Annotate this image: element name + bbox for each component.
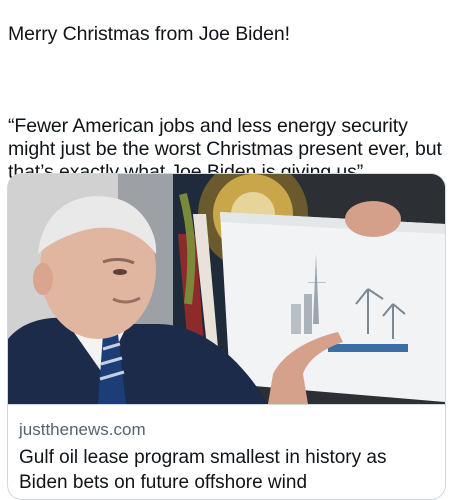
- link-domain[interactable]: justthenews.com: [19, 420, 146, 440]
- link-headline[interactable]: Gulf oil lease program smallest in histo…: [19, 445, 439, 495]
- svg-text:———: ———: [308, 280, 326, 286]
- news-photo: ———: [8, 174, 445, 404]
- link-card-meta[interactable]: justthenews.com Gulf oil lease program s…: [8, 404, 445, 499]
- post-greeting: Merry Christmas from Joe Biden!: [8, 23, 290, 45]
- link-card-image[interactable]: ———: [8, 174, 445, 404]
- link-card[interactable]: ——— justthenews.com Gulf oil lease progr…: [7, 173, 446, 500]
